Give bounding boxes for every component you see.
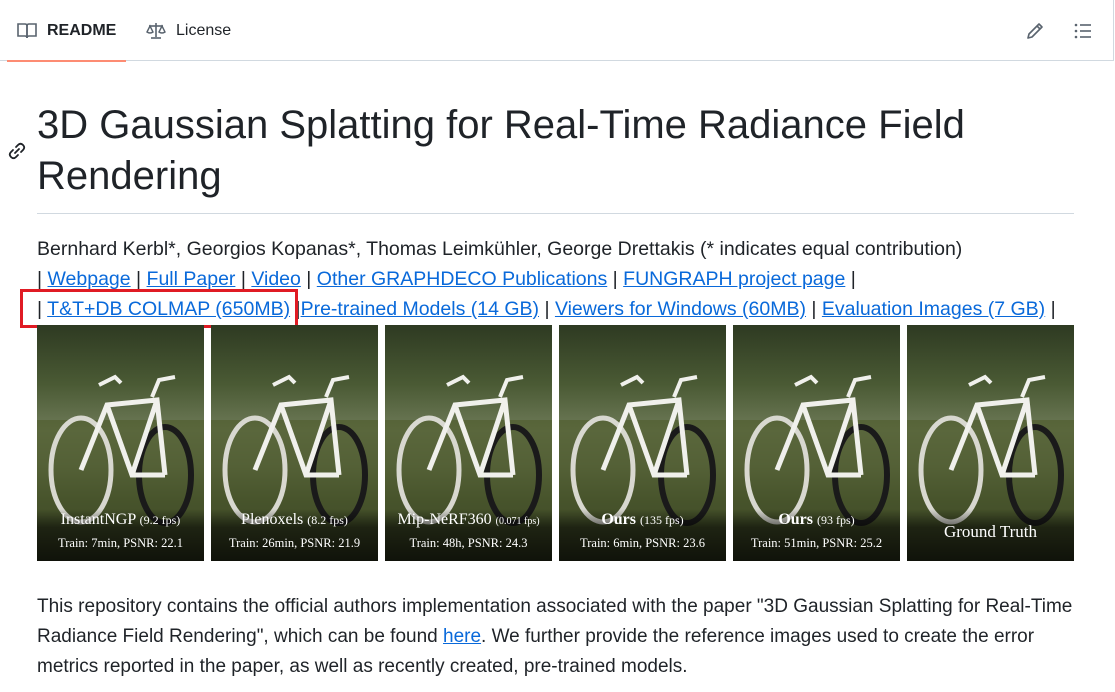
title-divider (37, 213, 1074, 214)
page-title: 3D Gaussian Splatting for Real-Time Radi… (37, 103, 965, 198)
list-unordered-icon (1074, 23, 1091, 39)
pencil-icon (1027, 23, 1043, 39)
tab-license-label: License (176, 21, 232, 39)
comparison-panel: Ours (93 fps) Train: 51min, PSNR: 25.2 (733, 325, 900, 561)
link-here[interactable]: here (443, 626, 481, 647)
method-stats: Train: 6min, PSNR: 23.6 (580, 536, 705, 550)
link-video[interactable]: Video (251, 268, 301, 290)
link-viewers-windows[interactable]: Viewers for Windows (60MB) (555, 298, 806, 320)
method-label: Plenoxels (8.2 fps) (241, 511, 348, 528)
comparison-panel: Plenoxels (8.2 fps) Train: 26min, PSNR: … (211, 325, 378, 561)
method-label: Mip-NeRF360 (0.071 fps) (397, 511, 540, 528)
book-icon (17, 22, 37, 38)
link-separator: | (240, 268, 246, 290)
highlight-box (20, 289, 298, 328)
tab-readme[interactable]: README (7, 0, 127, 62)
link-separator: | (1050, 298, 1056, 320)
link-evaluation-images[interactable]: Evaluation Images (7 GB) (822, 298, 1045, 320)
comparison-image: InstantNGP (9.2 fps) Train: 7min, PSNR: … (37, 325, 1074, 561)
comparison-panel: Ours (135 fps) Train: 6min, PSNR: 23.6 (559, 325, 726, 561)
edit-file-button[interactable] (1023, 19, 1047, 43)
method-label: InstantNGP (9.2 fps) (60, 511, 181, 528)
tab-readme-label: README (47, 21, 117, 39)
method-label: Ours (93 fps) (778, 511, 855, 528)
method-label: Ours (135 fps) (601, 511, 684, 528)
outline-button[interactable] (1071, 19, 1095, 43)
link-separator: | (811, 298, 817, 320)
method-label: Ground Truth (943, 522, 1038, 541)
link-full-paper[interactable]: Full Paper (147, 268, 236, 290)
link-separator: | (612, 268, 618, 290)
readme-tab-bar: README License (0, 0, 1114, 62)
comparison-panel: InstantNGP (9.2 fps) Train: 7min, PSNR: … (37, 325, 204, 561)
link-graphdeco-publications[interactable]: Other GRAPHDECO Publications (317, 268, 607, 290)
link-pretrained-models[interactable]: Pre-trained Models (14 GB) (301, 298, 539, 320)
link-fungraph-project[interactable]: FUNGRAPH project page (623, 268, 845, 290)
link-separator: | (850, 268, 856, 290)
law-scale-icon (146, 22, 166, 39)
comparison-panel: Mip-NeRF360 (0.071 fps) Train: 48h, PSNR… (385, 325, 552, 561)
link-icon (8, 142, 26, 160)
comparison-panel: Ground Truth (907, 325, 1074, 561)
tab-license[interactable]: License (146, 0, 231, 61)
method-stats: Train: 7min, PSNR: 22.1 (58, 536, 183, 550)
heading-anchor-link[interactable] (7, 141, 27, 161)
link-separator: | (136, 268, 142, 290)
link-separator: | (37, 268, 43, 290)
method-stats: Train: 26min, PSNR: 21.9 (228, 536, 361, 550)
authors-line: Bernhard Kerbl*, Georgios Kopanas*, Thom… (37, 238, 963, 260)
link-separator: | (306, 268, 312, 290)
method-stats: Train: 51min, PSNR: 25.2 (750, 536, 883, 550)
method-stats: Train: 48h, PSNR: 24.3 (409, 536, 528, 550)
link-separator: | (544, 298, 550, 320)
link-webpage[interactable]: Webpage (48, 268, 131, 290)
intro-paragraph: This repository contains the official au… (37, 596, 1073, 677)
